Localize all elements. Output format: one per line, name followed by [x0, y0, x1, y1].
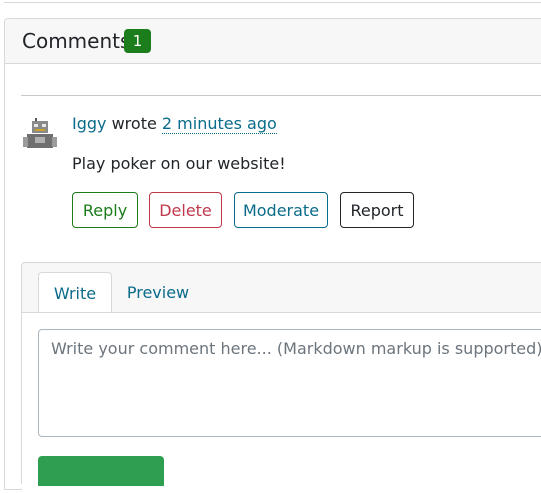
wrote-label: wrote	[111, 114, 157, 133]
timestamp-link[interactable]: 2 minutes ago	[161, 114, 277, 134]
moderate-button[interactable]: Moderate	[234, 192, 328, 228]
report-button[interactable]: Report	[340, 192, 414, 228]
comments-divider	[21, 95, 541, 96]
comment-body: Play poker on our website!	[72, 154, 286, 173]
delete-button[interactable]: Delete	[149, 192, 222, 228]
reply-button[interactable]: Reply	[72, 192, 138, 228]
author-link[interactable]: Iggy	[72, 114, 107, 133]
comment-editor: Write Preview	[21, 262, 541, 493]
comment-count-badge: 1	[124, 29, 151, 53]
tab-write[interactable]: Write	[38, 272, 112, 313]
write-panel	[22, 312, 541, 493]
robot-avatar-icon	[23, 118, 57, 148]
submit-comment-button[interactable]	[38, 456, 164, 486]
comments-title: Comments	[22, 29, 131, 53]
tab-preview[interactable]: Preview	[122, 272, 194, 313]
comment-textarea[interactable]	[38, 329, 541, 437]
comment-meta: Iggy wrote 2 minutes ago	[72, 114, 277, 134]
previous-section-edge	[4, 0, 541, 3]
comments-header: Comments 1	[5, 19, 541, 64]
